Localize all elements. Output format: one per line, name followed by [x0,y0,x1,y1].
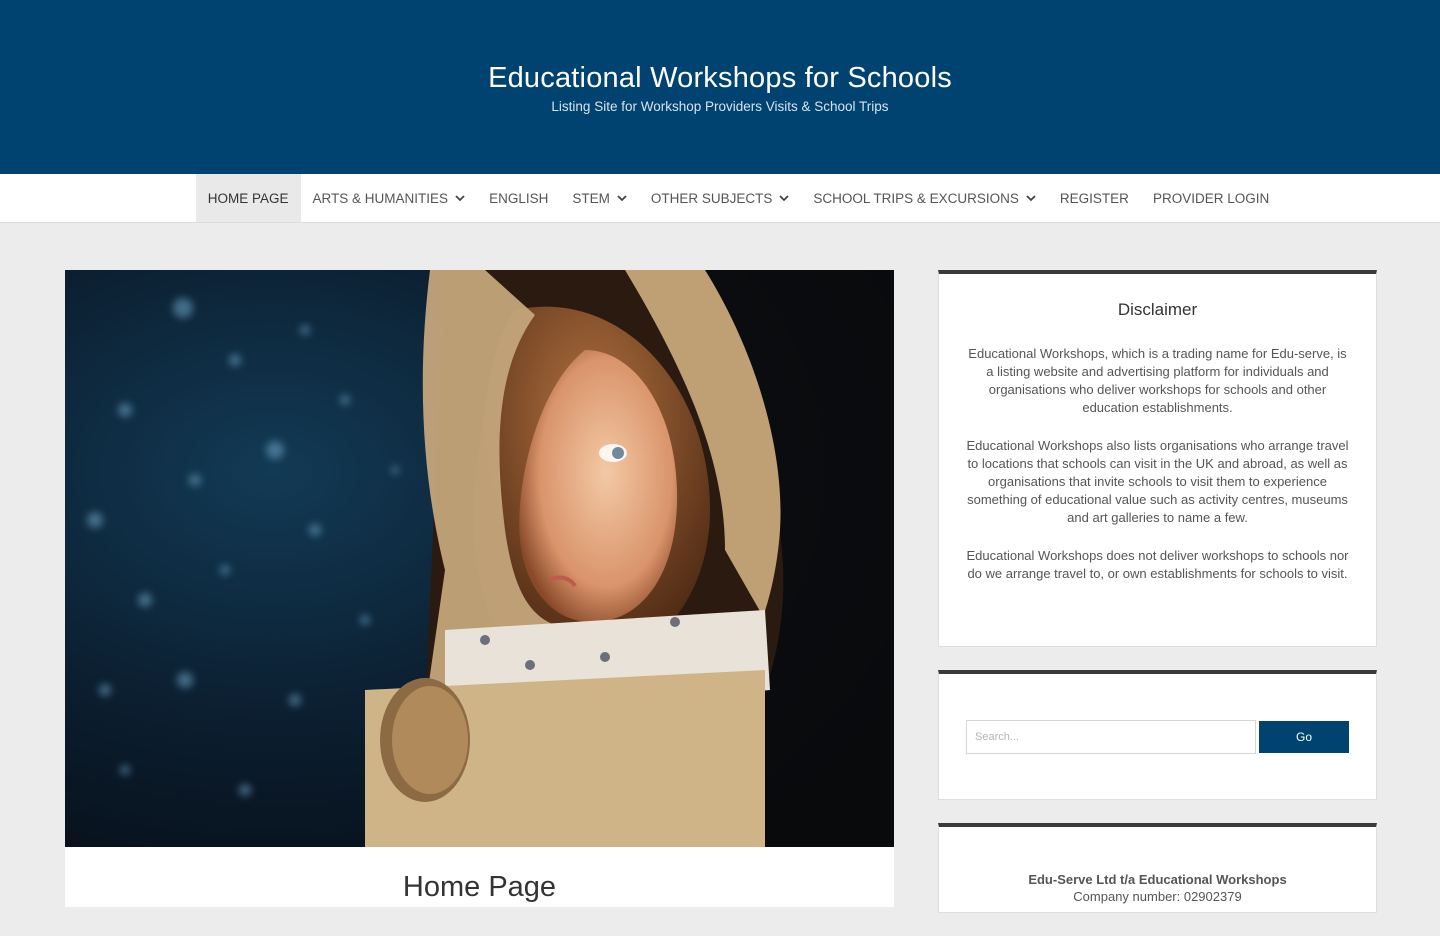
search-widget: Go [938,670,1377,800]
main-navigation: HOME PAGE ARTS & HUMANITIES ENGLISH STEM… [0,174,1440,223]
nav-item-school-trips[interactable]: SCHOOL TRIPS & EXCURSIONS [801,174,1048,222]
disclaimer-title: Disclaimer [1117,300,1198,319]
nav-item-provider-login[interactable]: PROVIDER LOGIN [1141,174,1281,222]
disclaimer-widget: Disclaimer Educational Workshops, which … [938,270,1377,647]
nav-item-label: PROVIDER LOGIN [1152,190,1270,206]
disclaimer-paragraph: Educational Workshops, which is a tradin… [968,346,1347,415]
nav-item-stem[interactable]: STEM [560,174,639,222]
nav-list: HOME PAGE ARTS & HUMANITIES ENGLISH STEM… [195,174,1281,222]
chevron-down-icon [617,193,627,203]
disclaimer-paragraph: Educational Workshops does not deliver w… [966,548,1349,581]
main-content: Home Page [65,270,894,907]
chevron-down-icon [1026,193,1036,203]
nav-item-label: ARTS & HUMANITIES [312,190,449,206]
site-tagline: Listing Site for Workshop Providers Visi… [551,99,889,114]
company-number: Company number: 02902379 [1073,889,1242,904]
nav-item-english[interactable]: ENGLISH [477,174,560,222]
search-input[interactable] [966,720,1256,754]
nav-item-label: HOME PAGE [207,190,289,206]
chevron-down-icon [779,193,790,203]
chevron-down-icon [455,193,465,203]
site-title[interactable]: Educational Workshops for Schools [0,62,1440,95]
company-name: Edu-Serve Ltd t/a Educational Workshops [1028,872,1287,887]
nav-item-label: REGISTER [1059,190,1129,206]
nav-item-label: STEM [572,190,610,206]
site-header: Educational Workshops for Schools Listin… [0,0,1440,174]
post-title[interactable]: Home Page [65,871,894,904]
nav-item-home-page[interactable]: HOME PAGE [195,174,301,222]
nav-item-register[interactable]: REGISTER [1048,174,1141,222]
hero-image [65,270,894,847]
search-go-button[interactable]: Go [1259,721,1349,753]
disclaimer-paragraph: Educational Workshops also lists organis… [966,438,1349,525]
nav-item-label: SCHOOL TRIPS & EXCURSIONS [813,190,1019,206]
post-card: Home Page [65,847,894,907]
sidebar: Disclaimer Educational Workshops, which … [938,270,1377,936]
nav-item-arts-humanities[interactable]: ARTS & HUMANITIES [301,174,478,222]
nav-item-label: ENGLISH [489,190,549,206]
nav-item-other-subjects[interactable]: OTHER SUBJECTS [639,174,802,222]
nav-item-label: OTHER SUBJECTS [650,190,773,206]
